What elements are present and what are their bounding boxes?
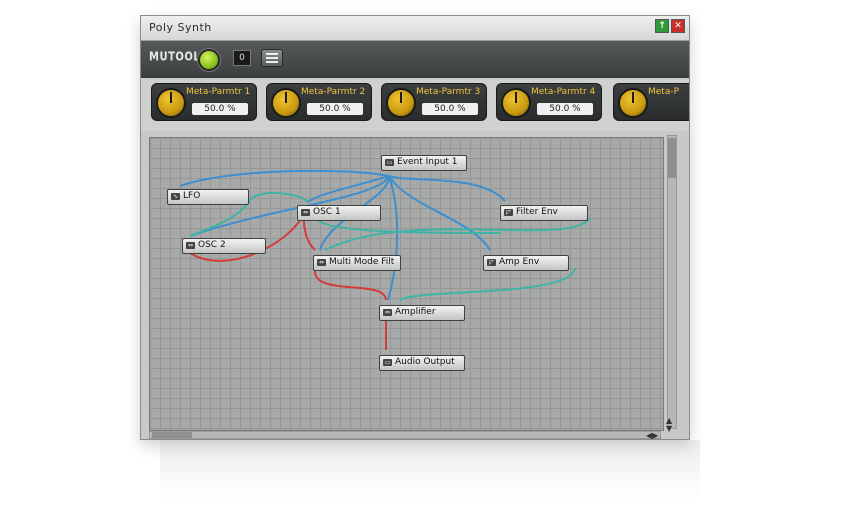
menu-icon-line [266,61,278,63]
node-osc1[interactable]: ⇔ OSC 1 [297,205,381,221]
power-button[interactable] [198,49,220,71]
module-graph-canvas[interactable]: ▭ Event Input 1 ∿ LFO ⇔ OSC 1 ◸ Filter E… [149,137,664,431]
plugin-window: Poly Synth ↑ ✕ MUTOOLS 0 Meta-Parmtr 1 5… [140,15,690,440]
amplifier-icon: ⇔ [383,309,392,316]
envelope-icon: ◸ [487,259,496,266]
close-button[interactable]: ✕ [671,19,685,33]
menu-icon [266,53,278,55]
float-up-button[interactable]: ↑ [655,19,669,33]
meta-param-label: Meta-Parmtr 3 [416,87,481,97]
arrow-up-icon: ↑ [658,21,666,31]
meta-param-label: Meta-P [648,87,680,97]
node-audio-output[interactable]: ▭ Audio Output [379,355,465,371]
node-label: OSC 2 [198,240,226,250]
node-label: Filter Env [516,207,558,217]
node-amp-env[interactable]: ◸ Amp Env [483,255,569,271]
meta-param-4[interactable]: Meta-Parmtr 4 50.0 % [496,83,602,121]
node-filter-env[interactable]: ◸ Filter Env [500,205,588,221]
knob-icon[interactable] [156,88,186,118]
program-number-display[interactable]: 0 [233,50,251,66]
close-icon: ✕ [674,21,682,31]
node-label: Event Input 1 [397,157,458,167]
lfo-icon: ∿ [171,193,180,200]
node-label: LFO [183,191,201,201]
menu-button[interactable] [261,49,283,67]
knob-icon[interactable] [618,88,648,118]
graph-horizontal-scrollbar[interactable] [149,431,661,439]
meta-param-value[interactable]: 50.0 % [307,103,363,115]
node-label: Multi Mode Filt [329,257,395,267]
connection-wires [179,169,591,350]
node-label: OSC 1 [313,207,341,217]
menu-icon-line [266,57,278,59]
knob-icon[interactable] [501,88,531,118]
horizontal-scroll-arrows-icon[interactable]: ◀▶ [646,431,658,440]
meta-param-5[interactable]: Meta-P [613,83,689,121]
meta-param-2[interactable]: Meta-Parmtr 2 50.0 % [266,83,372,121]
window-title: Poly Synth [149,21,212,34]
node-lfo[interactable]: ∿ LFO [167,189,249,205]
meta-param-label: Meta-Parmtr 4 [531,87,596,97]
meta-param-value[interactable]: 50.0 % [192,103,248,115]
meta-param-label: Meta-Parmtr 1 [186,87,251,97]
meta-parameter-strip: Meta-Parmtr 1 50.0 % Meta-Parmtr 2 50.0 … [141,79,689,131]
meta-param-3[interactable]: Meta-Parmtr 3 50.0 % [381,83,487,121]
graph-vertical-scrollbar[interactable] [667,135,677,429]
input-icon: ▭ [385,159,394,166]
node-osc2[interactable]: ⇔ OSC 2 [182,238,266,254]
meta-param-label: Meta-Parmtr 2 [301,87,366,97]
node-multi-mode-filt[interactable]: ⇔ Multi Mode Filt [313,255,401,271]
node-label: Amp Env [499,257,540,267]
node-label: Amplifier [395,307,436,317]
window-reflection [160,440,700,500]
output-icon: ▭ [383,359,392,366]
oscillator-icon: ⇔ [186,242,195,249]
meta-param-1[interactable]: Meta-Parmtr 1 50.0 % [151,83,257,121]
node-amplifier[interactable]: ⇔ Amplifier [379,305,465,321]
envelope-icon: ◸ [504,209,513,216]
title-bar[interactable]: Poly Synth ↑ ✕ [141,16,689,41]
toolbar: MUTOOLS 0 [141,41,689,78]
vertical-scroll-arrows-icon[interactable]: ▲ ▼ [666,417,672,433]
filter-icon: ⇔ [317,259,326,266]
node-event-input[interactable]: ▭ Event Input 1 [381,155,467,171]
oscillator-icon: ⇔ [301,209,310,216]
knob-icon[interactable] [271,88,301,118]
node-label: Audio Output [395,357,455,367]
meta-param-value[interactable]: 50.0 % [422,103,478,115]
meta-param-value[interactable]: 50.0 % [537,103,593,115]
knob-icon[interactable] [386,88,416,118]
